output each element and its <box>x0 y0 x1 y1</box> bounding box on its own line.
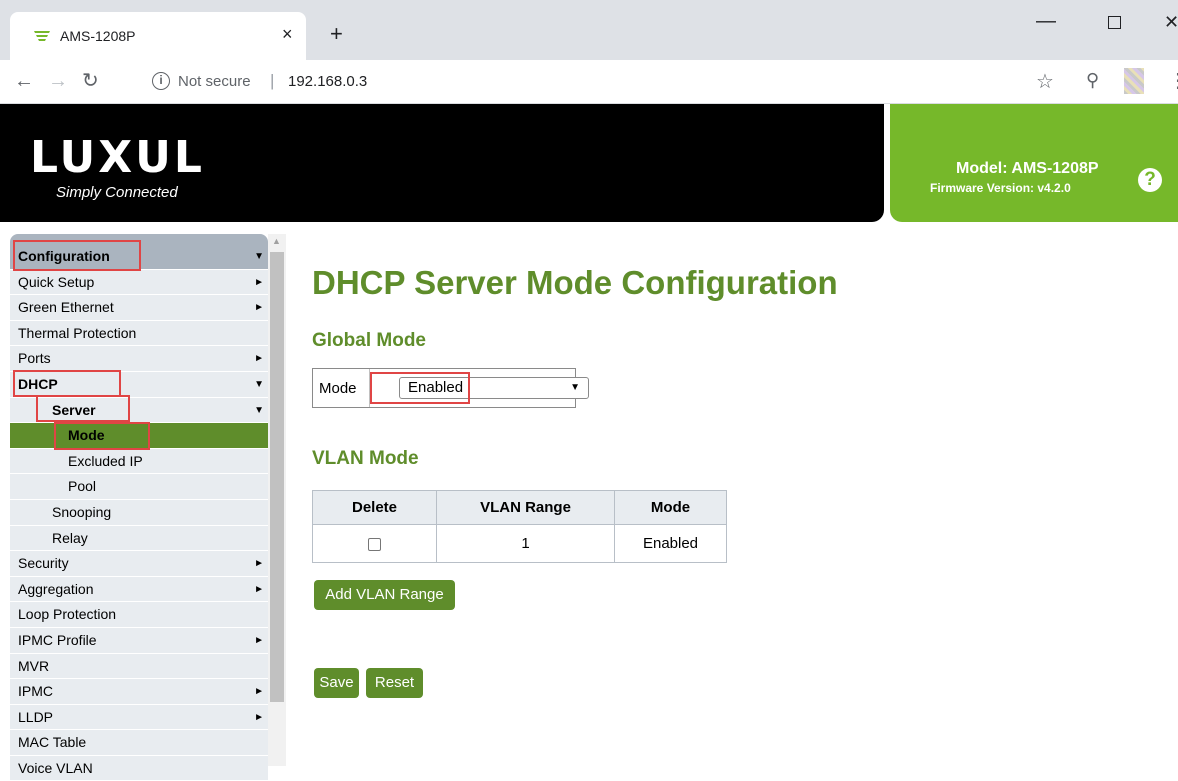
vlan-mode-cell: Enabled <box>614 524 727 563</box>
column-header-vlan-range: VLAN Range <box>436 490 615 525</box>
reset-button[interactable]: Reset <box>366 668 423 698</box>
sidebar-item-relay[interactable]: Relay <box>10 525 268 552</box>
sidebar-item-thermal-protection[interactable]: Thermal Protection <box>10 320 268 347</box>
header-info-area: Model: AMS-1208P Firmware Version: v4.2.… <box>890 104 1178 222</box>
vlan-mode-heading: VLAN Mode <box>312 448 419 469</box>
delete-checkbox[interactable] <box>368 537 381 551</box>
sidebar-item-mode[interactable]: Mode <box>10 423 268 449</box>
sidebar-nav: Configuration ▼ Quick Setup ► Green Ethern… <box>10 234 268 781</box>
help-icon[interactable]: ? <box>1138 168 1162 192</box>
sidebar-item-aggregation[interactable]: Aggregation ► <box>10 576 268 603</box>
global-mode-select[interactable]: Enabled ▼ <box>399 377 589 399</box>
url-separator: | <box>270 71 275 90</box>
sidebar-item-ipmc[interactable]: IPMC ► <box>10 679 268 705</box>
info-icon[interactable]: i <box>152 72 170 90</box>
reload-icon[interactable]: ↻ <box>82 68 99 93</box>
chevron-right-icon: ► <box>254 302 264 314</box>
sidebar-item-security[interactable]: Security ► <box>10 551 268 577</box>
chevron-down-icon: ▼ <box>254 251 264 262</box>
save-button[interactable]: Save <box>314 668 359 698</box>
logo-tagline: Simply Connected <box>56 184 178 201</box>
sidebar-item-server[interactable]: Server ▼ <box>10 397 268 424</box>
scroll-thumb[interactable] <box>270 252 284 702</box>
sidebar-item-green-ethernet[interactable]: Green Ethernet ► <box>10 295 268 321</box>
tab-title: AMS-1208P <box>60 28 136 44</box>
sidebar-item-quick-setup[interactable]: Quick Setup ► <box>10 269 268 296</box>
address-bar[interactable]: 192.168.0.3 <box>288 73 367 90</box>
minimize-icon[interactable]: — <box>1036 10 1056 33</box>
chevron-right-icon: ► <box>254 353 264 365</box>
dropdown-arrow-icon: ▼ <box>570 382 580 393</box>
chevron-right-icon: ► <box>254 711 264 723</box>
sidebar-scrollbar[interactable]: ▲ <box>268 234 286 766</box>
vlan-mode-table: Delete VLAN Range Mode 1 Enabled <box>312 490 727 563</box>
key-icon[interactable]: ⚲ <box>1086 70 1099 91</box>
sidebar-item-snooping[interactable]: Snooping <box>10 499 268 526</box>
new-tab-button[interactable]: + <box>330 22 343 46</box>
chevron-right-icon: ► <box>254 686 264 698</box>
close-icon[interactable]: ✕ <box>1164 12 1178 33</box>
scroll-up-icon[interactable]: ▲ <box>272 236 281 246</box>
chevron-right-icon: ► <box>254 276 264 288</box>
luxul-favicon <box>34 31 50 41</box>
luxul-logo: LUXUL <box>30 132 205 183</box>
star-icon[interactable]: ☆ <box>1036 69 1054 94</box>
tab-close-icon[interactable]: × <box>282 24 293 44</box>
table-header-row: Delete VLAN Range Mode <box>312 490 727 525</box>
maximize-icon[interactable] <box>1108 16 1121 29</box>
header-logo-area: LUXUL Simply Connected <box>0 104 884 222</box>
add-vlan-range-button[interactable]: Add VLAN Range <box>314 580 455 610</box>
sidebar-item-ports[interactable]: Ports ► <box>10 346 268 372</box>
chevron-down-icon: ▼ <box>254 404 264 416</box>
main-content: DHCP Server Mode Configuration Global Mo… <box>288 222 1178 766</box>
extension-icon[interactable] <box>1124 68 1144 94</box>
chevron-right-icon: ► <box>254 583 264 595</box>
mode-label: Mode <box>319 380 357 397</box>
back-arrow-icon[interactable]: ← <box>14 70 34 93</box>
table-row: 1 Enabled <box>312 524 727 563</box>
firmware-label: Firmware Version: v4.2.0 <box>930 181 1071 195</box>
sidebar-item-excluded-ip[interactable]: Excluded IP <box>10 448 268 475</box>
page-title: DHCP Server Mode Configuration <box>312 264 838 301</box>
sidebar-item-configuration[interactable]: Configuration ▼ <box>10 244 268 270</box>
global-mode-row: Mode Enabled ▼ <box>312 368 589 408</box>
sidebar-item-loop-protection[interactable]: Loop Protection <box>10 602 268 628</box>
chevron-down-icon: ▼ <box>254 378 264 390</box>
browser-tab[interactable]: AMS-1208P × <box>10 12 306 60</box>
chevron-right-icon: ► <box>254 634 264 646</box>
global-mode-heading: Global Mode <box>312 330 426 351</box>
security-label[interactable]: Not secure <box>178 73 251 90</box>
sidebar-item-pool[interactable]: Pool <box>10 474 268 500</box>
sidebar-item-voice-vlan[interactable]: Voice VLAN <box>10 755 268 781</box>
chevron-right-icon: ► <box>254 558 264 570</box>
sidebar-item-lldp[interactable]: LLDP ► <box>10 704 268 731</box>
sidebar-item-dhcp[interactable]: DHCP ▼ <box>10 371 268 398</box>
menu-icon[interactable]: ⋮ <box>1168 68 1178 93</box>
browser-tabstrip: AMS-1208P × + — ✕ <box>0 0 1178 60</box>
sidebar: Configuration ▼ Quick Setup ► Green Ethern… <box>0 222 288 781</box>
sidebar-item-mvr[interactable]: MVR <box>10 653 268 680</box>
model-label: Model: AMS-1208P <box>956 160 1099 177</box>
app-header: LUXUL Simply Connected Model: AMS-1208P … <box>0 104 1178 222</box>
column-header-delete: Delete <box>312 490 437 525</box>
forward-arrow-icon[interactable]: → <box>48 70 68 93</box>
sidebar-item-mac-table[interactable]: MAC Table <box>10 730 268 756</box>
column-header-mode: Mode <box>614 490 727 525</box>
sidebar-item-ipmc-profile[interactable]: IPMC Profile ► <box>10 627 268 654</box>
vlan-range-cell: 1 <box>436 524 615 563</box>
browser-toolbar: ← → ↻ i Not secure | 192.168.0.3 ☆ ⚲ ⋮ <box>0 60 1178 104</box>
